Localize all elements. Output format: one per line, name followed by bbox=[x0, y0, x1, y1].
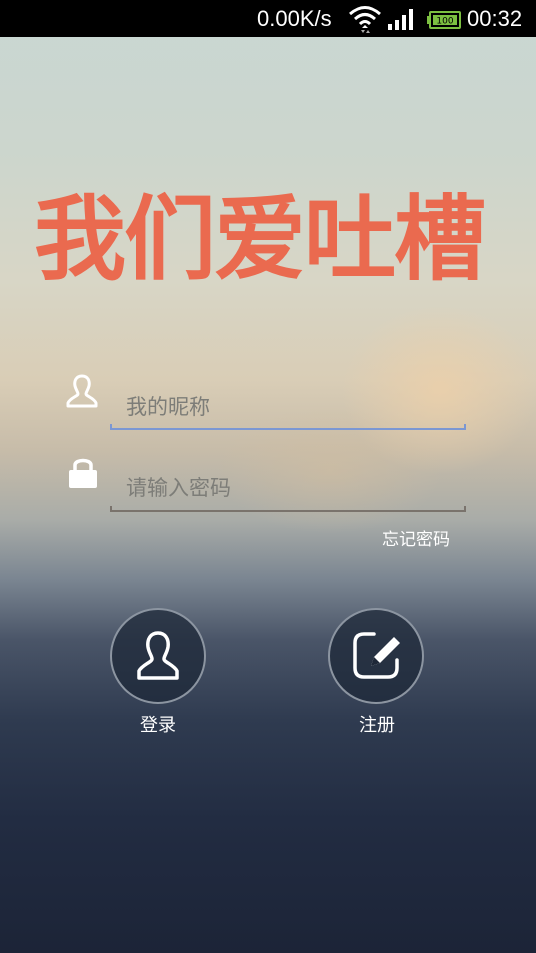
status-bar: 0.00K/s 100 00:32 bbox=[0, 0, 536, 37]
battery-icon: 100 bbox=[427, 9, 461, 35]
login-button[interactable] bbox=[110, 608, 206, 704]
person-icon bbox=[137, 631, 179, 680]
register-button[interactable] bbox=[328, 608, 424, 704]
forgot-password-link[interactable]: 忘记密码 bbox=[382, 525, 450, 550]
lock-icon bbox=[67, 455, 99, 493]
app-logo: 我们爱吐槽 bbox=[34, 186, 486, 293]
battery-level: 100 bbox=[436, 17, 453, 27]
network-speed: 0.00K/s bbox=[257, 6, 332, 31]
edit-icon bbox=[353, 632, 400, 679]
nickname-underline bbox=[110, 424, 466, 430]
nickname-input[interactable] bbox=[110, 389, 466, 425]
clock: 00:32 bbox=[467, 6, 523, 31]
login-label[interactable]: 登录 bbox=[140, 711, 176, 737]
signal-icon bbox=[387, 8, 417, 36]
wifi-icon bbox=[348, 4, 382, 40]
password-input[interactable] bbox=[110, 470, 466, 506]
user-icon bbox=[64, 373, 100, 413]
register-label[interactable]: 注册 bbox=[359, 711, 395, 737]
password-underline bbox=[110, 506, 466, 512]
